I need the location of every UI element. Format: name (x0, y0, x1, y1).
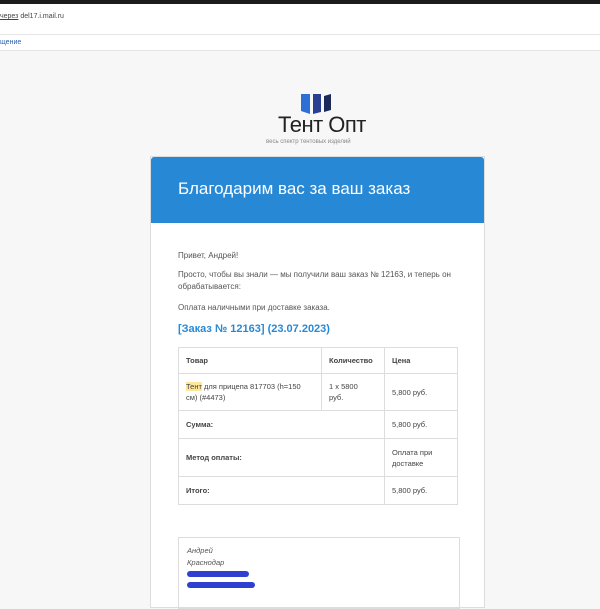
redacted-phone-scribble (187, 571, 249, 577)
via-domain: del17.i.mail.ru (20, 13, 64, 20)
via-label[interactable]: через (0, 13, 18, 20)
subtotal-row: Сумма: 5,800 руб. (178, 410, 458, 439)
price-cell: 5,800 руб. (384, 373, 458, 411)
payment-method-line2: доставке (392, 458, 424, 468)
address-city: Краснодар (187, 558, 225, 567)
redacted-email-scribble (187, 582, 255, 588)
quantity-line1: 1 x 5800 (329, 382, 358, 391)
order-title-link[interactable]: [Заказ № 12163] (23.07.2023) (178, 323, 330, 335)
quantity-line2: руб. (329, 393, 344, 402)
intro-line-2: обрабатывается: (178, 282, 241, 291)
col-header-product: Товар (178, 347, 322, 374)
col-header-price: Цена (384, 347, 458, 374)
order-table: Товар Количество Цена Тент для прицепа 8… (178, 347, 458, 505)
quantity-cell: 1 x 5800 руб. (321, 373, 385, 411)
brand-tagline: весь спектр тентовых изделий (266, 139, 351, 145)
message-link[interactable]: щение (0, 39, 21, 46)
payment-method-line1: Оплата при (392, 447, 433, 457)
product-name-line2: см) (#4473) (186, 393, 226, 402)
brand-name: Тент Опт (278, 112, 366, 137)
address-name: Андрей (187, 546, 213, 555)
subtotal-label: Сумма: (178, 410, 385, 439)
sender-via: через del17.i.mail.ru (0, 13, 64, 20)
payment-method-value: Оплата при доставке (384, 438, 458, 477)
total-value: 5,800 руб. (384, 476, 458, 505)
intro-line-1: Просто, чтобы вы знали — мы получили ваш… (178, 270, 451, 279)
table-row: Тент для прицепа 817703 (h=150 см) (#4473… (178, 373, 458, 411)
email-subheader-row: щение (0, 35, 600, 51)
subtotal-value: 5,800 руб. (384, 410, 458, 439)
product-name-rest: для прицепа 817703 (h=150 (201, 382, 301, 391)
payment-note: Оплата наличными при доставке заказа. (178, 303, 330, 312)
email-card: Благодарим вас за ваш заказ Привет, Андр… (150, 156, 485, 609)
table-header-row: Товар Количество Цена (178, 347, 458, 374)
logo-mark-icon (301, 94, 331, 114)
total-label: Итого: (178, 476, 385, 505)
payment-method-label: Метод оплаты: (178, 438, 385, 477)
col-header-quantity: Количество (321, 347, 385, 374)
email-header-title: Благодарим вас за ваш заказ (178, 179, 411, 198)
payment-method-row: Метод оплаты: Оплата при доставке (178, 438, 458, 477)
highlight-term: Тент (186, 382, 202, 391)
email-card-header: Благодарим вас за ваш заказ (151, 157, 484, 223)
brand-logo: Тент Опт весь спектр тентовых изделий (266, 94, 370, 154)
greeting-text: Привет, Андрей! (178, 251, 239, 260)
email-header-row: через del17.i.mail.ru (0, 4, 600, 35)
product-cell: Тент для прицепа 817703 (h=150 см) (#4473… (178, 373, 322, 411)
billing-address-box: Андрей Краснодар (178, 537, 460, 609)
total-row: Итого: 5,800 руб. (178, 476, 458, 505)
